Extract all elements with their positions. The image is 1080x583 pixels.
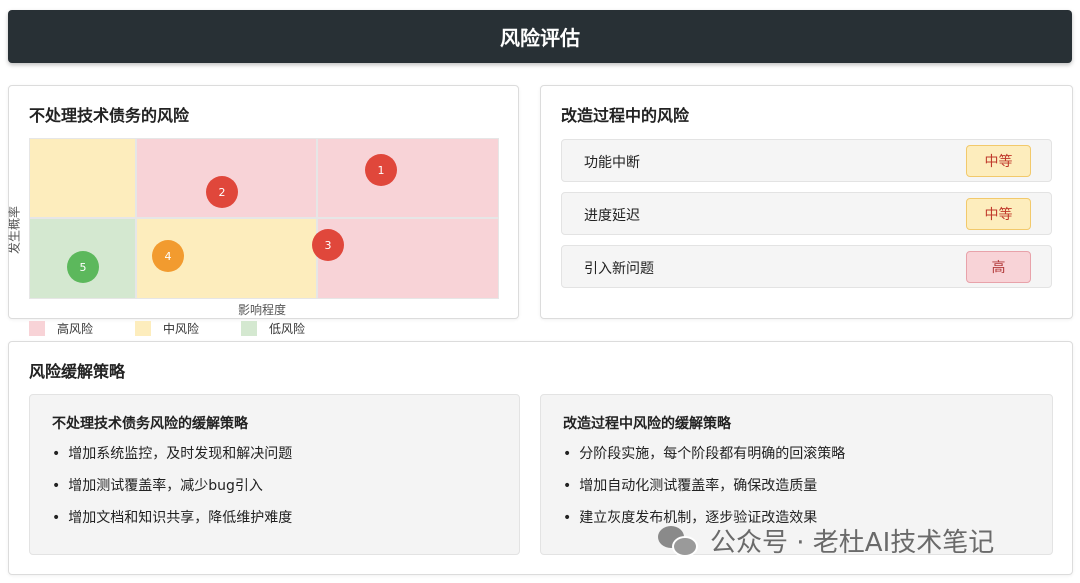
tech-debt-risk-card: 不处理技术债务的风险 1 2 3 4 5 xyxy=(8,85,519,319)
risk-name: 引入新问题 xyxy=(584,261,654,277)
legend-label-low: 低风险 xyxy=(269,322,306,336)
risk-point-3[interactable]: 3 xyxy=(312,229,344,261)
risk-point-4[interactable]: 4 xyxy=(152,240,184,272)
wechat-icon xyxy=(658,524,700,558)
risk-row-new-issues: 引入新问题 高 xyxy=(561,245,1052,288)
process-risk-title: 改造过程中的风险 xyxy=(561,106,690,125)
page-header: 风险评估 xyxy=(8,10,1072,63)
risk-point-2[interactable]: 2 xyxy=(206,176,238,208)
watermark-text: 公众号 · 老杜AI技术笔记 xyxy=(710,528,995,558)
watermark: 公众号 · 老杜AI技术笔记 xyxy=(658,522,994,559)
page-title: 风险评估 xyxy=(500,26,580,50)
matrix-x-label: 影响程度 xyxy=(238,303,287,317)
risk-level-badge: 高 xyxy=(966,251,1031,283)
legend-medium: 中风险 xyxy=(135,320,199,337)
risk-name: 功能中断 xyxy=(584,155,640,171)
matrix-cell-high xyxy=(317,138,499,218)
legend-low: 低风险 xyxy=(241,320,305,337)
risk-matrix: 1 2 3 4 5 xyxy=(29,138,499,299)
risk-row-schedule-delay: 进度延迟 中等 xyxy=(561,192,1052,235)
risk-point-5[interactable]: 5 xyxy=(67,251,99,283)
list-item: 分阶段实施，每个阶段都有明确的回滚策略 xyxy=(563,445,845,477)
legend-high: 高风险 xyxy=(29,320,93,337)
process-mitigation-title: 改造过程中风险的缓解策略 xyxy=(563,416,731,432)
matrix-cell-medium xyxy=(29,138,136,218)
risk-point-1[interactable]: 1 xyxy=(365,154,397,186)
risk-level-badge: 中等 xyxy=(966,198,1031,230)
risk-level-badge: 中等 xyxy=(966,145,1031,177)
matrix-y-label: 发生概率 xyxy=(7,205,22,255)
legend-swatch-high xyxy=(29,321,45,336)
tech-debt-mitigation-title: 不处理技术债务风险的缓解策略 xyxy=(52,416,248,432)
mitigation-title: 风险缓解策略 xyxy=(29,362,126,381)
list-item: 增加测试覆盖率，减少bug引入 xyxy=(52,477,292,509)
risk-row-function-interruption: 功能中断 中等 xyxy=(561,139,1052,182)
process-risk-card: 改造过程中的风险 功能中断 中等 进度延迟 中等 引入新问题 高 xyxy=(540,85,1073,319)
legend-label-medium: 中风险 xyxy=(163,322,200,336)
tech-debt-mitigation-list: 增加系统监控，及时发现和解决问题 增加测试覆盖率，减少bug引入 增加文档和知识… xyxy=(52,445,292,541)
list-item: 增加文档和知识共享，降低维护难度 xyxy=(52,509,292,541)
legend-swatch-medium xyxy=(135,321,151,336)
legend-label-high: 高风险 xyxy=(57,322,94,336)
tech-debt-mitigation-panel: 不处理技术债务风险的缓解策略 增加系统监控，及时发现和解决问题 增加测试覆盖率，… xyxy=(29,394,520,555)
risk-name: 进度延迟 xyxy=(584,208,640,224)
list-item: 增加自动化测试覆盖率，确保改造质量 xyxy=(563,477,845,509)
legend-swatch-low xyxy=(241,321,257,336)
list-item: 增加系统监控，及时发现和解决问题 xyxy=(52,445,292,477)
matrix-cell-high xyxy=(317,218,499,299)
tech-debt-risk-title: 不处理技术债务的风险 xyxy=(29,106,190,125)
